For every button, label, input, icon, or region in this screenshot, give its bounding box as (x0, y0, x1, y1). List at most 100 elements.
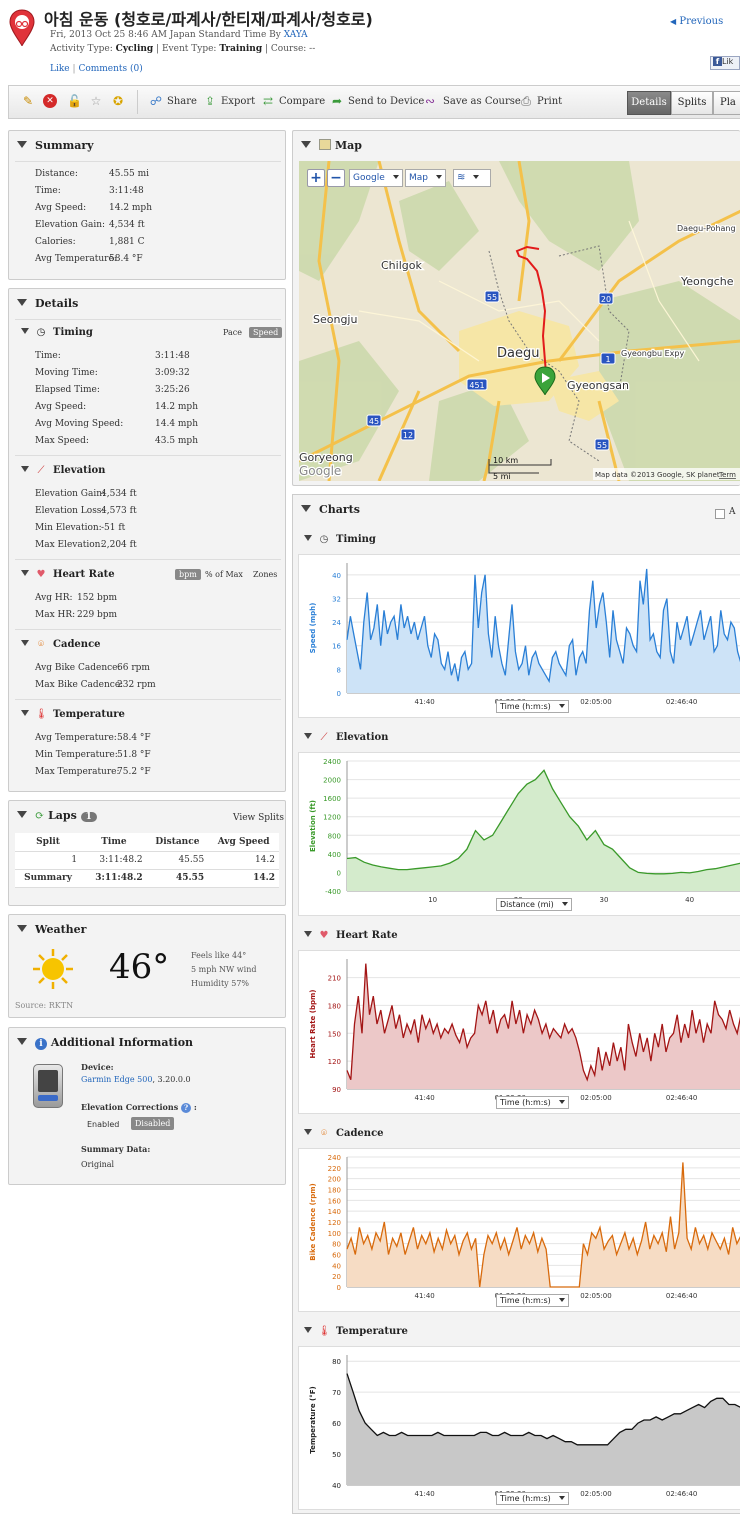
x-tick-label: 02:46:40 (666, 1490, 697, 1498)
author-link[interactable]: XAYA (284, 30, 308, 40)
weather-header[interactable]: Weather (17, 923, 86, 936)
map-type-select[interactable]: Map (405, 169, 446, 187)
chevron-down-icon (392, 175, 399, 179)
laps-column-header[interactable]: Avg Speed (208, 833, 279, 852)
speed-toggle[interactable]: Speed (249, 327, 283, 338)
chart-section-header[interactable]: 🌡 Temperature (304, 1326, 408, 1337)
route-shield-label: 20 (601, 295, 611, 304)
cadence-subheader[interactable]: ⌾ Cadence (21, 639, 101, 650)
laps-body: 1 3:11:48.2 45.55 14.2 Summary 3:11:48.2 45.55… (15, 851, 279, 888)
compare-button[interactable]: Compare (279, 96, 325, 107)
additional-info-header[interactable]: i Additional Information (17, 1036, 193, 1050)
pct-max-toggle[interactable]: % of Max (201, 569, 247, 580)
stat-value: 4,573 ft (101, 506, 137, 516)
temperature-subheader[interactable]: 🌡 Temperature (21, 709, 125, 720)
y-tick-label: 50 (332, 1451, 341, 1459)
device-link[interactable]: Garmin Edge 500 (81, 1075, 152, 1084)
y-tick-label: 70 (332, 1389, 341, 1397)
details-header[interactable]: Details (17, 297, 78, 310)
like-link[interactable]: Like (50, 64, 70, 74)
chart-svg[interactable]: 4050607080Temperature (°F)41:4001:23:200… (299, 1347, 740, 1511)
bpm-toggle[interactable]: bpm (175, 569, 201, 580)
zones-toggle[interactable]: Zones (249, 569, 281, 580)
delete-icon[interactable]: ✕ (43, 94, 57, 108)
elevation-subheader[interactable]: ⟋ Elevation (21, 465, 105, 476)
collapse-icon (17, 811, 27, 818)
pencil-icon[interactable]: ✎ (21, 94, 35, 108)
previous-link[interactable]: ◀ Previous (670, 16, 723, 27)
device-image-icon (33, 1064, 63, 1108)
x-axis-select[interactable]: Distance (mi) (496, 898, 572, 911)
enabled-option[interactable]: Enabled (87, 1120, 119, 1129)
chart-svg[interactable]: 0 20 40 60 80 100 120 140 160 180 200 220 240 Bike Ca… (299, 1149, 740, 1313)
table-cell: 45.55 (146, 851, 209, 870)
summary-header[interactable]: Summary (17, 139, 94, 152)
stat-label: Avg Temperature: (35, 254, 117, 264)
y-tick-label: 90 (332, 1086, 341, 1094)
map-header[interactable]: Map (301, 139, 362, 152)
zoom-in-button[interactable]: + (307, 169, 325, 187)
charts-header[interactable]: Charts (301, 503, 360, 516)
comments-link[interactable]: Comments (0) (78, 64, 142, 74)
chart-svg[interactable]: -400 0 400 800 1200 1600 2000 2400 Elevation (ft… (299, 753, 740, 917)
y-tick-label: 100 (328, 1230, 341, 1238)
stat-label: Avg Speed: (35, 402, 87, 412)
chart-section-header[interactable]: ♥ Heart Rate (304, 930, 398, 941)
timing-title: Timing (53, 327, 93, 338)
disabled-option[interactable]: Disabled (131, 1117, 175, 1130)
chart-section-header[interactable]: ◷ Timing (304, 534, 376, 545)
zoom-out-button[interactable]: − (327, 169, 345, 187)
info-icon: i (35, 1038, 47, 1050)
additional-info-panel: i Additional Information Device: Garmin … (8, 1027, 286, 1185)
cadence-icon: ⌾ (321, 1128, 327, 1139)
x-axis-select[interactable]: Time (h:m:s) (496, 1096, 569, 1109)
facebook-like-button[interactable]: f Lik (710, 56, 740, 70)
share-button[interactable]: Share (167, 96, 197, 107)
chart-svg[interactable]: 0816243240Speed (mph)41:4001:23:2002:05:… (299, 555, 740, 719)
stat-value: -51 ft (101, 523, 126, 533)
chart-section-header[interactable]: ⌾ Cadence (304, 1128, 384, 1139)
map-canvas[interactable]: Chilgok Seongju Daegu Gyeongsan Yeongche… (299, 161, 740, 481)
badge-icon[interactable]: ✪ (111, 94, 125, 108)
lock-icon[interactable]: 🔓 (67, 94, 82, 108)
chart-container: 0816243240Speed (mph)41:4001:23:2002:05:… (298, 554, 740, 718)
charts-checkbox[interactable] (715, 509, 725, 519)
laps-header[interactable]: ⟳ Laps 1 (17, 809, 97, 822)
series-area (347, 1162, 740, 1287)
route-shield-icon: 12 (400, 428, 416, 441)
heart-rate-subheader[interactable]: ♥ Heart Rate (21, 569, 115, 580)
chart-section-title: Temperature (336, 1326, 408, 1337)
tab-player[interactable]: Pla (713, 91, 740, 115)
stat-label: Elapsed Time: (35, 385, 100, 395)
timing-subheader[interactable]: ◷ Timing (21, 327, 93, 338)
collapse-icon (301, 505, 311, 512)
layers-icon: ≋ (457, 172, 466, 183)
laps-column-header[interactable]: Time (81, 833, 147, 852)
map-provider-select[interactable]: Google (349, 169, 403, 187)
x-axis-select[interactable]: Time (h:m:s) (496, 1294, 569, 1307)
stat-value: 229 bpm (77, 610, 118, 620)
stat-label: Time: (35, 186, 61, 196)
view-splits-link[interactable]: View Splits (233, 813, 284, 823)
chart-section-header[interactable]: ⟋ Elevation (304, 732, 388, 743)
star-icon[interactable]: ☆ (89, 94, 103, 108)
print-button[interactable]: Print (537, 96, 562, 107)
table-row: 1 3:11:48.2 45.55 14.2 (15, 851, 279, 870)
save-as-course-button[interactable]: Save as Course (443, 96, 521, 107)
y-tick-label: 400 (328, 851, 341, 859)
laps-table: Split Time Distance Avg Speed 1 3:11:48.2 45.… (15, 833, 279, 888)
chart-svg[interactable]: 90120150180210Heart Rate (bpm)41:4001:23… (299, 951, 740, 1115)
laps-column-header[interactable]: Distance (146, 833, 209, 852)
y-tick-label: 40 (332, 1482, 341, 1490)
tab-splits[interactable]: Splits (671, 91, 713, 115)
terms-link[interactable]: Term (718, 471, 736, 479)
tab-details[interactable]: Details (627, 91, 671, 115)
x-axis-select[interactable]: Time (h:m:s) (496, 1492, 569, 1505)
laps-column-header[interactable]: Split (15, 833, 82, 852)
send-to-device-button[interactable]: Send to Device (348, 96, 424, 107)
map-layers-select[interactable]: ≋ (453, 169, 491, 187)
x-axis-select[interactable]: Time (h:m:s) (496, 700, 569, 713)
help-icon[interactable]: ? (181, 1103, 192, 1113)
export-button[interactable]: Export (221, 96, 255, 107)
pace-toggle[interactable]: Pace (219, 327, 246, 338)
